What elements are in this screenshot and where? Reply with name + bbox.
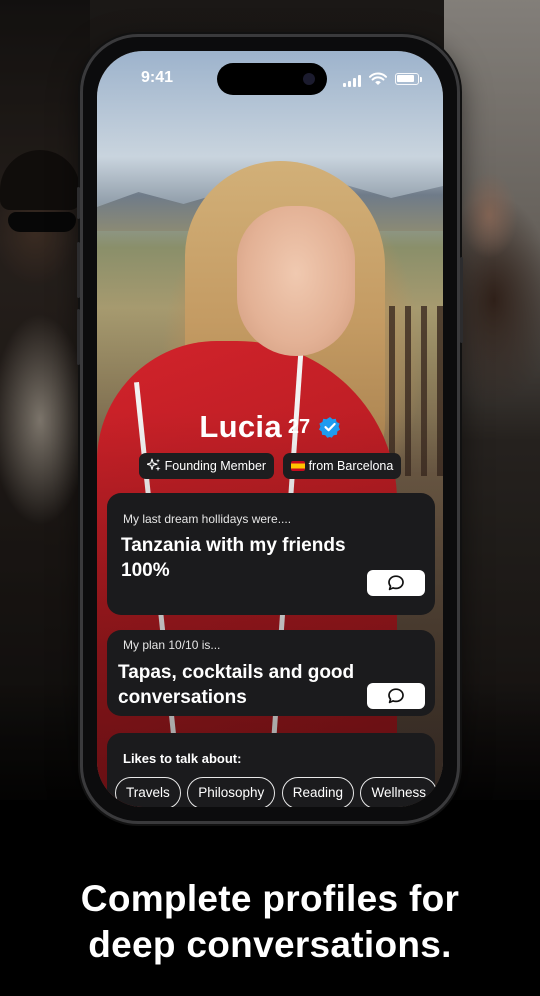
- headline-line-2: deep conversations.: [88, 924, 452, 965]
- comment-button[interactable]: [367, 570, 425, 596]
- phone-volume-up-button: [77, 242, 80, 298]
- interest-tags: Travels Philosophy Reading Wellness: [115, 777, 439, 807]
- prompt-question: My last dream hollidays were....: [123, 512, 292, 526]
- phone-power-button: [460, 257, 463, 343]
- dynamic-island: [217, 63, 327, 95]
- wifi-icon: [369, 72, 387, 85]
- prompt-card: My last dream hollidays were.... Tanzani…: [107, 493, 435, 615]
- founding-member-badge: Founding Member: [138, 453, 275, 479]
- interests-card: Likes to talk about: Travels Philosophy …: [107, 733, 437, 807]
- interest-tag-reading[interactable]: Reading: [281, 777, 355, 807]
- face: [237, 206, 355, 356]
- prompt-question: My plan 10/10 is...: [123, 638, 221, 652]
- status-bar: 9:41: [97, 51, 443, 101]
- badge-label: Founding Member: [164, 459, 267, 473]
- speech-bubble-icon: [388, 688, 404, 704]
- interests-title: Likes to talk about:: [123, 751, 242, 766]
- phone-action-button: [77, 187, 80, 219]
- status-time: 9:41: [141, 69, 174, 86]
- profile-badges: Founding Member from Barcelona: [97, 453, 443, 479]
- profile-name-row: Lucia 27: [97, 409, 443, 445]
- comment-button[interactable]: [367, 683, 425, 709]
- location-badge: from Barcelona: [282, 453, 402, 479]
- interest-tag-philosophy[interactable]: Philosophy: [187, 777, 276, 807]
- sparkles-icon: [146, 458, 161, 472]
- prompt-answer: Tanzania with my friends 100%: [121, 535, 346, 581]
- badge-label: from Barcelona: [308, 459, 394, 473]
- promo-headline: Complete profiles for deep conversations…: [0, 876, 540, 968]
- phone-screen: 9:41 Lucia 27 Founding Member from Barce…: [97, 51, 443, 807]
- profile-name: Lucia: [199, 409, 282, 444]
- verified-badge-icon: [318, 417, 340, 438]
- phone-mockup: 9:41 Lucia 27 Founding Member from Barce…: [77, 34, 463, 824]
- prompt-card: My plan 10/10 is... Tapas, cocktails and…: [107, 630, 435, 716]
- phone-volume-down-button: [77, 309, 80, 365]
- interest-tag-travels[interactable]: Travels: [115, 777, 181, 807]
- prompt-answer: Tapas, cocktails and good conversations: [118, 662, 355, 708]
- headline-line-1: Complete profiles for: [80, 878, 460, 919]
- cellular-signal-icon: [343, 75, 363, 87]
- profile-age: 27: [287, 415, 311, 438]
- battery-icon: [395, 73, 419, 85]
- spain-flag-icon: [290, 461, 305, 471]
- speech-bubble-icon: [388, 575, 404, 591]
- interest-tag-wellness[interactable]: Wellness: [360, 777, 437, 807]
